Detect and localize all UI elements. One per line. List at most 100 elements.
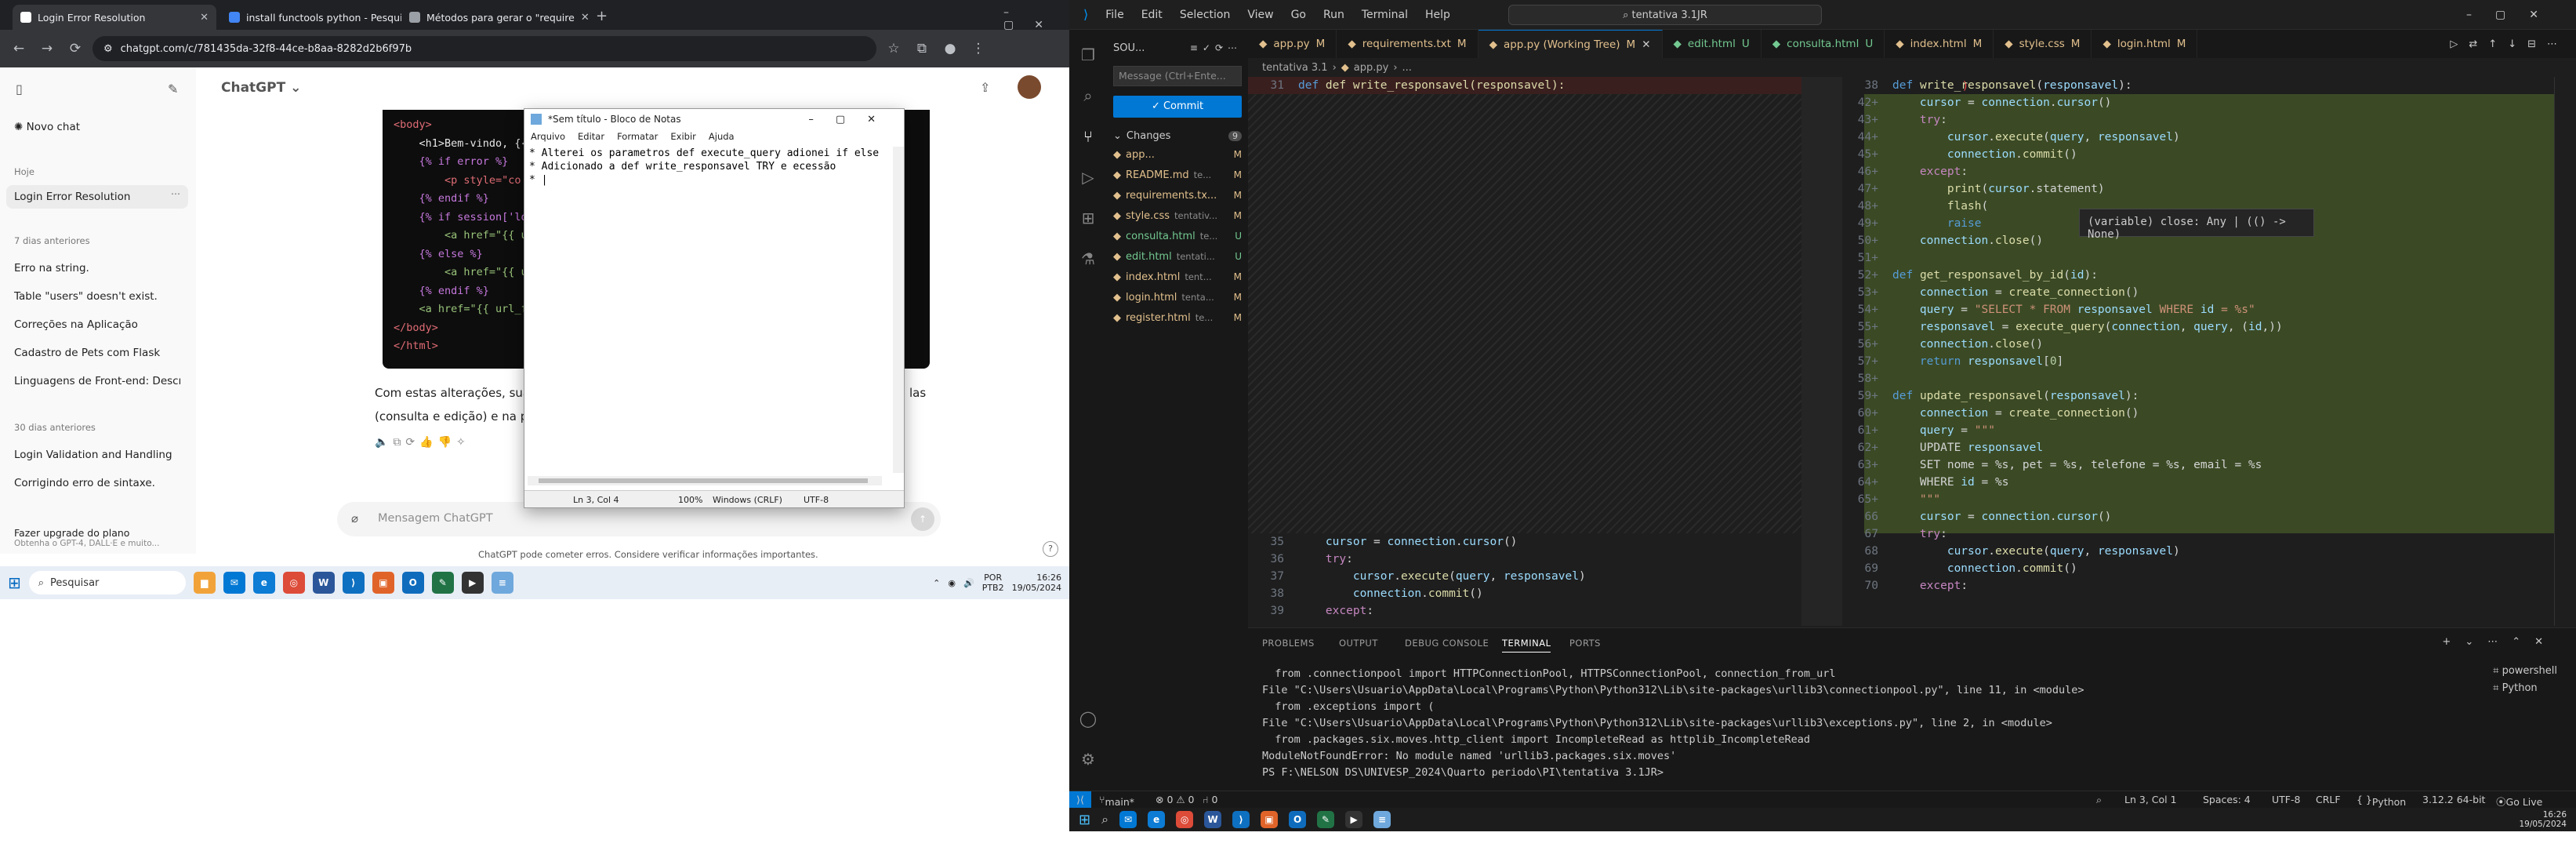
changed-file[interactable]: ◆ edit.html tentati... U: [1113, 248, 1242, 265]
chat-item[interactable]: Corrigindo erro de sintaxe.: [14, 477, 155, 489]
browser-tab-chatgpt[interactable]: Login Error Resolution ✕: [13, 5, 216, 30]
clock[interactable]: 16:26 19/05/2024: [2519, 810, 2567, 829]
zoom-icon[interactable]: ⌕: [2096, 794, 2102, 806]
outlook-icon[interactable]: O: [401, 572, 424, 594]
extensions-icon[interactable]: ⧉: [911, 38, 933, 60]
menu-ajuda[interactable]: Ajuda: [709, 131, 735, 142]
eol[interactable]: CRLF: [2316, 794, 2341, 805]
changed-file[interactable]: ◆ requirements.tx... M: [1113, 187, 1242, 204]
chat-item[interactable]: Cadastro de Pets com Flask: [14, 347, 160, 359]
model-selector[interactable]: ChatGPT ⌄: [221, 80, 301, 96]
notepad-app-icon[interactable]: ≡: [1373, 811, 1391, 828]
terminal-output[interactable]: from .connectionpool import HTTPConnecti…: [1262, 666, 2084, 781]
menu-go[interactable]: Go: [1291, 9, 1306, 21]
menu-icon[interactable]: ⋮: [967, 38, 989, 60]
panel-actions[interactable]: +⌄⋯⌃✕: [2442, 636, 2557, 648]
chrome-icon[interactable]: ◎: [282, 572, 305, 594]
changed-file[interactable]: ◆ login.html tenta... M: [1113, 289, 1242, 306]
terminal-powershell[interactable]: ⌗ powershell: [2493, 663, 2557, 680]
new-chat-icon[interactable]: ✎: [168, 82, 178, 96]
modified-code[interactable]: 38 def write_responsavel(responsavel): 42+…: [1842, 77, 2283, 594]
changes-header[interactable]: ⌄ Changes 9: [1113, 127, 1242, 144]
changed-file[interactable]: ◆ register.html te... M: [1113, 309, 1242, 326]
cursor-position[interactable]: Ln 3, Col 1: [2124, 794, 2177, 805]
editor-tab[interactable]: ◆ app.py M: [1248, 30, 1337, 58]
message-actions[interactable]: 🔈⧉⟳👍👎✧: [375, 436, 470, 449]
source-control-icon[interactable]: ⑂: [1079, 127, 1098, 146]
horizontal-scrollbar[interactable]: [528, 476, 882, 485]
terminal-python[interactable]: ⌗ Python: [2493, 680, 2557, 697]
notepad-taskbar-icon[interactable]: ✎: [431, 572, 454, 594]
new-chat-button[interactable]: ✺ Novo chat: [14, 121, 80, 133]
clock[interactable]: 16:26 19/05/2024: [1012, 573, 1061, 593]
sidebar-toggle-icon[interactable]: ▯: [16, 82, 23, 96]
tray-chevron-icon[interactable]: ⌃: [933, 578, 940, 588]
vscode-icon[interactable]: ⟩: [1232, 811, 1250, 828]
remote-icon[interactable]: ⟩⟨: [1069, 791, 1091, 809]
command-center[interactable]: ⌕ tentativa 3.1JR: [1508, 5, 1822, 25]
search-icon[interactable]: ⌕: [1079, 86, 1098, 105]
current-chat-item[interactable]: Login Error Resolution ⋯: [6, 185, 188, 209]
close-icon[interactable]: ✕: [581, 12, 590, 24]
menu-terminal[interactable]: Terminal: [1362, 9, 1408, 21]
tab-problems[interactable]: PROBLEMS: [1262, 638, 1315, 649]
more-icon[interactable]: ⋯: [171, 188, 180, 199]
send-button[interactable]: ↑: [911, 507, 934, 531]
mail-icon[interactable]: ✉: [1119, 811, 1137, 828]
menu-selection[interactable]: Selection: [1180, 9, 1231, 21]
media-icon[interactable]: ▶: [1345, 811, 1363, 828]
menu-edit[interactable]: Edit: [1141, 9, 1163, 21]
editor-tab[interactable]: ◆ style.css M: [1994, 30, 2092, 58]
run-debug-icon[interactable]: ▷: [1079, 168, 1098, 187]
changed-file[interactable]: ◆ README.md te... M: [1113, 166, 1242, 184]
upgrade-plan-button[interactable]: Fazer upgrade do plano Obtenha o GPT-4, …: [14, 527, 187, 548]
notepad-titlebar[interactable]: *Sem título - Bloco de Notas –▢✕: [524, 109, 904, 129]
edge-icon[interactable]: e: [252, 572, 275, 594]
browser-tab-pesquisa[interactable]: install functools python - Pesqui ✕: [221, 5, 401, 30]
vertical-scrollbar[interactable]: [893, 147, 904, 473]
editor-actions[interactable]: ▷⇄↑↓⊟⋯: [2450, 30, 2576, 58]
word-icon[interactable]: W: [312, 572, 335, 594]
go-live[interactable]: ⦿ Go Live: [2496, 794, 2542, 809]
browser-tab-metodos[interactable]: Métodos para gerar o "require ✕: [401, 5, 590, 30]
editor-tab[interactable]: ◆ index.html M: [1885, 30, 1994, 58]
close-icon[interactable]: ✕: [1642, 38, 1650, 51]
menu-view[interactable]: View: [1247, 9, 1273, 21]
explorer-icon[interactable]: ❐: [1079, 45, 1098, 64]
editor-scrollbar[interactable]: [2554, 77, 2570, 626]
notepad-taskbar-icon[interactable]: ✎: [1317, 811, 1335, 828]
editor-tab[interactable]: ◆ requirements.txt M: [1337, 30, 1478, 58]
window-controls[interactable]: –▢✕: [808, 114, 898, 125]
menu-file[interactable]: File: [1105, 9, 1123, 21]
taskbar-search[interactable]: ⌕ Pesquisar: [28, 571, 186, 594]
changed-file[interactable]: ◆ app... M: [1113, 146, 1242, 163]
search-icon[interactable]: ⌕: [1101, 812, 1108, 827]
accounts-icon[interactable]: ◯: [1079, 709, 1098, 728]
chrome-icon[interactable]: ◎: [1176, 811, 1194, 828]
network-icon[interactable]: ◉: [948, 578, 956, 588]
window-controls[interactable]: –▢✕: [1003, 6, 1069, 31]
new-tab-button[interactable]: +: [596, 8, 608, 24]
avatar[interactable]: [1018, 75, 1041, 99]
changed-file[interactable]: ◆ style.css tentativ... M: [1113, 207, 1242, 224]
editor-tab[interactable]: ◆ login.html M: [2092, 30, 2198, 58]
extensions-icon[interactable]: ⊞: [1079, 209, 1098, 227]
chat-item[interactable]: Linguagens de Front-end: Descriç: [14, 375, 180, 387]
tab-ports[interactable]: PORTS: [1569, 638, 1601, 649]
interpreter[interactable]: 3.12.2 64-bit: [2422, 794, 2485, 805]
media-icon[interactable]: ▶: [461, 572, 484, 594]
commit-message-input[interactable]: Message (Ctrl+Ente...: [1113, 66, 1242, 86]
breadcrumb-symbol[interactable]: ...: [1402, 62, 1412, 74]
breadcrumb-folder[interactable]: tentativa 3.1: [1262, 62, 1328, 74]
file-explorer-icon[interactable]: ▆: [193, 572, 216, 594]
forward-button[interactable]: →: [36, 38, 58, 60]
window-controls[interactable]: –▢✕: [2466, 9, 2562, 21]
tab-output[interactable]: OUTPUT: [1339, 638, 1378, 649]
chat-item[interactable]: Correções na Aplicação: [14, 318, 138, 331]
app-icon[interactable]: ▣: [1261, 811, 1279, 828]
branch-status[interactable]: ⑂ main*: [1099, 794, 1134, 808]
menu-formatar[interactable]: Formatar: [617, 131, 658, 142]
address-bar[interactable]: ⚙ chatgpt.com/c/781435da-32f8-44ce-b8aa-…: [93, 36, 876, 61]
terminal-list[interactable]: ⌗ powershell ⌗ Python: [2493, 663, 2557, 697]
testing-icon[interactable]: ⚗: [1079, 249, 1098, 268]
